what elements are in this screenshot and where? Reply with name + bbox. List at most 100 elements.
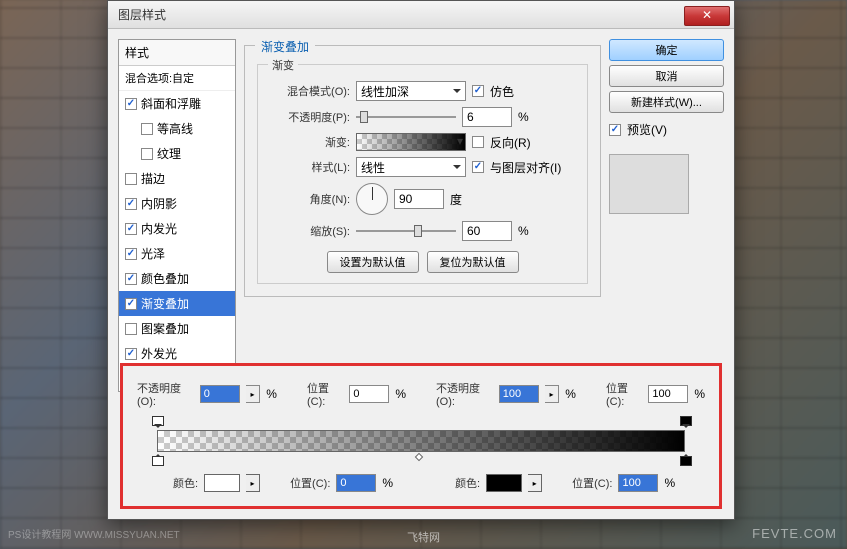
reverse-label: 反向(R) <box>490 134 531 151</box>
style-item-1[interactable]: 等高线 <box>119 116 235 141</box>
position2-input[interactable] <box>648 385 688 403</box>
style-combo[interactable]: 线性 <box>356 157 466 177</box>
position1-input[interactable] <box>349 385 389 403</box>
color1-swatch[interactable] <box>204 474 240 492</box>
gradient-inner-group: 渐变 混合模式(O): 线性加深 仿色 不透明度(P): % <box>257 64 588 284</box>
style-item-5[interactable]: 内发光 <box>119 216 235 241</box>
cancel-button[interactable]: 取消 <box>609 65 724 87</box>
style-item-3[interactable]: 描边 <box>119 166 235 191</box>
midpoint-marker[interactable] <box>414 453 422 461</box>
style-label: 样式(L): <box>270 159 350 175</box>
watermark-left: PS设计教程网 WWW.MISSYUAN.NET <box>8 526 180 541</box>
style-item-label: 图案叠加 <box>141 320 189 337</box>
styles-list: 样式 混合选项:自定 斜面和浮雕等高线纹理描边内阴影内发光光泽颜色叠加渐变叠加图… <box>118 39 236 392</box>
style-checkbox[interactable] <box>125 173 137 185</box>
gradient-picker[interactable] <box>356 133 466 151</box>
cposition1-input[interactable] <box>336 474 376 492</box>
opacity-slider[interactable] <box>356 108 456 126</box>
preview-label: 预览(V) <box>627 121 667 138</box>
opacity-label: 不透明度(P): <box>270 109 350 125</box>
style-checkbox[interactable] <box>125 98 137 110</box>
styles-header[interactable]: 样式 <box>119 40 235 66</box>
blend-options-item[interactable]: 混合选项:自定 <box>119 66 235 91</box>
group-title: 渐变叠加 <box>255 38 315 55</box>
opacity-input[interactable] <box>462 107 512 127</box>
position2-label: 位置(C): <box>606 380 642 408</box>
scale-input[interactable] <box>462 221 512 241</box>
watermark-center: 飞特网 <box>407 529 440 545</box>
style-item-label: 颜色叠加 <box>141 270 189 287</box>
style-checkbox[interactable] <box>125 198 137 210</box>
cposition2-input[interactable] <box>618 474 658 492</box>
dither-checkbox[interactable] <box>472 85 484 97</box>
style-item-label: 纹理 <box>157 145 181 162</box>
inner-title: 渐变 <box>268 57 298 73</box>
opacity1-input[interactable] <box>200 385 240 403</box>
close-button[interactable]: ✕ <box>684 6 730 26</box>
opacity2-arrow[interactable]: ▸ <box>545 385 560 403</box>
scale-label: 缩放(S): <box>270 223 350 239</box>
color2-arrow[interactable]: ▸ <box>528 474 542 492</box>
style-item-8[interactable]: 渐变叠加 <box>119 291 235 316</box>
blend-mode-combo[interactable]: 线性加深 <box>356 81 466 101</box>
style-checkbox[interactable] <box>125 298 137 310</box>
titlebar[interactable]: 图层样式 ✕ <box>108 1 734 29</box>
scale-slider[interactable] <box>356 222 456 240</box>
cposition2-label: 位置(C): <box>572 475 612 491</box>
ok-button[interactable]: 确定 <box>609 39 724 61</box>
style-checkbox[interactable] <box>141 148 153 160</box>
style-item-2[interactable]: 纹理 <box>119 141 235 166</box>
opacity1-label: 不透明度(O): <box>137 380 194 408</box>
color1-arrow[interactable]: ▸ <box>246 474 260 492</box>
gradient-bar[interactable] <box>157 430 685 452</box>
style-checkbox[interactable] <box>125 273 137 285</box>
style-item-label: 内阴影 <box>141 195 177 212</box>
style-checkbox[interactable] <box>125 323 137 335</box>
style-checkbox[interactable] <box>141 123 153 135</box>
align-label: 与图层对齐(I) <box>490 159 561 176</box>
style-checkbox[interactable] <box>125 223 137 235</box>
style-item-label: 斜面和浮雕 <box>141 95 201 112</box>
style-item-label: 等高线 <box>157 120 193 137</box>
reverse-checkbox[interactable] <box>472 136 484 148</box>
color-stop-left[interactable] <box>152 454 162 466</box>
style-item-4[interactable]: 内阴影 <box>119 191 235 216</box>
color-stop-right[interactable] <box>680 454 690 466</box>
angle-unit: 度 <box>450 191 462 208</box>
style-item-label: 渐变叠加 <box>141 295 189 312</box>
position1-label: 位置(C): <box>307 380 343 408</box>
new-style-button[interactable]: 新建样式(W)... <box>609 91 724 113</box>
style-checkbox[interactable] <box>125 248 137 260</box>
gradient-overlay-group: 渐变叠加 渐变 混合模式(O): 线性加深 仿色 不透明度(P): % <box>244 45 601 297</box>
gradient-ramp[interactable] <box>157 416 685 466</box>
angle-dial[interactable] <box>356 183 388 215</box>
angle-label: 角度(N): <box>270 191 350 207</box>
preview-swatch <box>609 154 689 214</box>
opacity2-input[interactable] <box>499 385 539 403</box>
style-item-6[interactable]: 光泽 <box>119 241 235 266</box>
gradient-label: 渐变: <box>270 134 350 150</box>
gradient-editor-panel: 不透明度(O): ▸ % 位置(C): % 不透明度(O): ▸ % 位置(C)… <box>120 363 722 509</box>
style-item-label: 光泽 <box>141 245 165 262</box>
cposition1-label: 位置(C): <box>290 475 330 491</box>
style-item-0[interactable]: 斜面和浮雕 <box>119 91 235 116</box>
style-item-label: 描边 <box>141 170 165 187</box>
opacity-stop-left[interactable] <box>152 416 162 428</box>
style-item-label: 外发光 <box>141 345 177 362</box>
dither-label: 仿色 <box>490 83 514 100</box>
angle-input[interactable] <box>394 189 444 209</box>
style-item-label: 内发光 <box>141 220 177 237</box>
style-item-7[interactable]: 颜色叠加 <box>119 266 235 291</box>
reset-default-button[interactable]: 复位为默认值 <box>427 251 519 273</box>
preview-checkbox[interactable] <box>609 124 621 136</box>
opacity1-arrow[interactable]: ▸ <box>246 385 261 403</box>
opacity-stop-right[interactable] <box>680 416 690 428</box>
layer-style-dialog: 图层样式 ✕ 样式 混合选项:自定 斜面和浮雕等高线纹理描边内阴影内发光光泽颜色… <box>107 0 735 520</box>
dialog-title: 图层样式 <box>118 6 684 23</box>
make-default-button[interactable]: 设置为默认值 <box>327 251 419 273</box>
color2-label: 颜色: <box>455 475 480 491</box>
align-checkbox[interactable] <box>472 161 484 173</box>
style-item-9[interactable]: 图案叠加 <box>119 316 235 341</box>
style-checkbox[interactable] <box>125 348 137 360</box>
color2-swatch[interactable] <box>486 474 522 492</box>
